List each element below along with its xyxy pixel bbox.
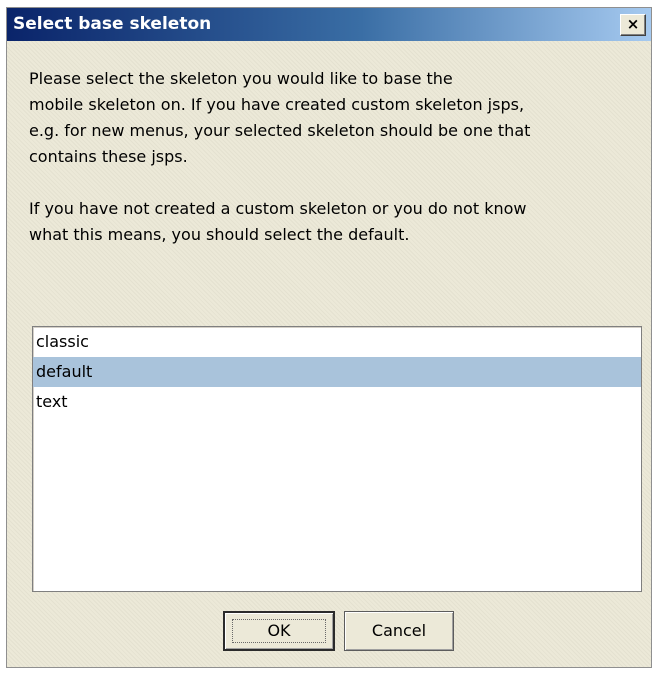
message-line: mobile skeleton on. If you have created … [29, 95, 525, 114]
close-button[interactable]: × [620, 14, 646, 36]
ok-button[interactable]: OK [223, 611, 335, 651]
title-bar[interactable]: Select base skeleton × [7, 8, 651, 41]
list-item-default[interactable]: default [33, 357, 641, 387]
message-line: contains these jsps. [29, 147, 188, 166]
skeleton-listbox[interactable]: classic default text [32, 326, 642, 592]
cancel-button[interactable]: Cancel [344, 611, 454, 651]
dialog-title: Select base skeleton [13, 14, 212, 34]
focus-ring [232, 619, 326, 643]
list-item-text[interactable]: text [33, 387, 641, 417]
list-item-classic[interactable]: classic [33, 327, 641, 357]
message-line: Please select the skeleton you would lik… [29, 69, 453, 88]
message-line: what this means, you should select the d… [29, 225, 410, 244]
instruction-paragraph-2: If you have not created a custom skeleto… [29, 196, 639, 248]
close-icon: × [626, 15, 640, 33]
cancel-button-label: Cancel [371, 621, 427, 640]
instruction-paragraph-1: Please select the skeleton you would lik… [29, 66, 639, 170]
message-line: e.g. for new menus, your selected skelet… [29, 121, 531, 140]
instruction-message: Please select the skeleton you would lik… [29, 66, 639, 248]
message-line: If you have not created a custom skeleto… [29, 199, 527, 218]
select-base-skeleton-dialog: Select base skeleton × Please select the… [6, 7, 652, 668]
